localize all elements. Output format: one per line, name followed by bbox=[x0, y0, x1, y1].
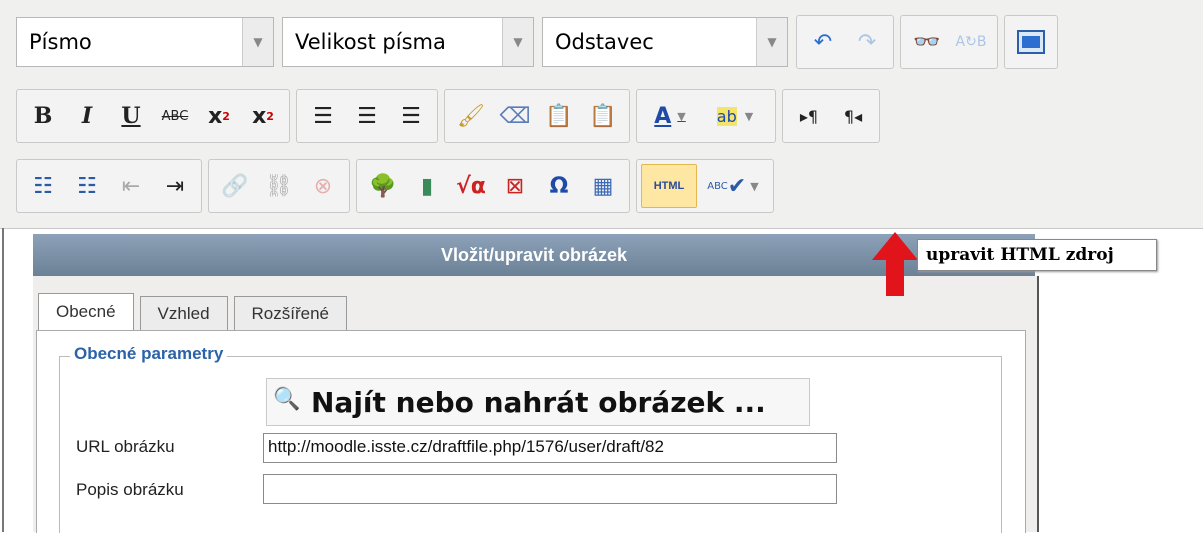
dialog-tabs: Obecné Vzhled Rozšířené bbox=[38, 293, 353, 330]
bold-icon[interactable]: B bbox=[21, 93, 65, 139]
background-color-icon[interactable]: ab ▼ bbox=[699, 93, 771, 139]
find-icon[interactable]: 👓 bbox=[905, 19, 949, 65]
font-size-select[interactable]: Velikost písma ▼ bbox=[282, 17, 534, 67]
redo-icon[interactable]: ↷ bbox=[845, 19, 889, 65]
find-or-upload-image-button[interactable]: 🔍 Najít nebo nahrát obrázek ... bbox=[266, 378, 810, 426]
tooltip: upravit HTML zdroj bbox=[917, 239, 1157, 271]
toolbar-row-1: Písmo ▼ Velikost písma ▼ Odstavec ▼ ↶ ↷ … bbox=[16, 14, 1064, 70]
insert-media-icon[interactable]: ▮ bbox=[405, 163, 449, 209]
spellcheck-label: ABC bbox=[707, 180, 728, 192]
insert-nolink-icon[interactable]: ⊠ bbox=[493, 163, 537, 209]
align-center-icon[interactable]: ☰ bbox=[345, 93, 389, 139]
url-label: URL obrázku bbox=[76, 437, 175, 456]
paragraph-format-value: Odstavec bbox=[555, 30, 654, 54]
spellcheck-icon[interactable]: ABC ✔ ▼ bbox=[697, 163, 769, 209]
edit-html-source-button[interactable]: HTML bbox=[641, 164, 697, 208]
color-group: A ▼ ab ▼ bbox=[636, 89, 776, 143]
chevron-down-icon: ▼ bbox=[756, 18, 787, 66]
outdent-icon[interactable]: ⇤ bbox=[109, 163, 153, 209]
chevron-down-icon: ▼ bbox=[502, 18, 533, 66]
tab-appearance[interactable]: Vzhled bbox=[139, 296, 228, 330]
font-size-select-value: Velikost písma bbox=[295, 30, 446, 54]
list-group: ☷ ☷ ⇤ ⇥ bbox=[16, 159, 202, 213]
fullscreen-group bbox=[1004, 15, 1058, 69]
clipboard-group: 🖌 ⌫ 📋 📋 bbox=[444, 89, 630, 143]
insert-image-icon[interactable]: 🌳 bbox=[361, 163, 405, 209]
toolbar-row-2: B I U ABC x2 x2 ☰ ☰ ☰ 🖌 ⌫ 📋 📋 A ▼ ab ▼ ▸¶ … bbox=[16, 88, 886, 144]
paste-word-icon[interactable]: 📋 bbox=[581, 93, 625, 139]
align-group: ☰ ☰ ☰ bbox=[296, 89, 438, 143]
image-url-field[interactable]: http://moodle.isste.cz/draftfile.php/157… bbox=[263, 433, 837, 463]
search-group: 👓 A↻B bbox=[900, 15, 998, 69]
red-arrow-icon bbox=[872, 232, 918, 296]
tab-general[interactable]: Obecné bbox=[38, 293, 134, 330]
image-description-field[interactable] bbox=[263, 474, 837, 504]
eraser-icon[interactable]: ⌫ bbox=[493, 93, 537, 139]
ltr-icon[interactable]: ▸¶ bbox=[787, 93, 831, 139]
link-icon[interactable]: 🔗 bbox=[213, 163, 257, 209]
paragraph-format-select[interactable]: Odstavec ▼ bbox=[542, 17, 788, 67]
unlink-icon[interactable]: ⛓ bbox=[257, 163, 301, 209]
anchor-icon[interactable]: ⊗ bbox=[301, 163, 345, 209]
text-color-icon[interactable]: A ▼ bbox=[641, 93, 699, 139]
fieldset-legend: Obecné parametry bbox=[70, 344, 228, 364]
insert-group: 🌳 ▮ √α ⊠ Ω ▦ bbox=[356, 159, 630, 213]
text-style-group: B I U ABC x2 x2 bbox=[16, 89, 290, 143]
link-group: 🔗 ⛓ ⊗ bbox=[208, 159, 350, 213]
strikethrough-icon[interactable]: ABC bbox=[153, 93, 197, 139]
file-search-icon: 🔍 bbox=[273, 387, 301, 412]
italic-icon[interactable]: I bbox=[65, 93, 109, 139]
history-group: ↶ ↷ bbox=[796, 15, 894, 69]
tab-advanced[interactable]: Rozšířené bbox=[233, 296, 348, 330]
cleanup-brush-icon[interactable]: 🖌 bbox=[449, 93, 493, 139]
rtl-icon[interactable]: ¶◂ bbox=[831, 93, 875, 139]
editor-toolbar: Písmo ▼ Velikost písma ▼ Odstavec ▼ ↶ ↷ … bbox=[0, 0, 1203, 229]
paste-text-icon[interactable]: 📋 bbox=[537, 93, 581, 139]
editor-left-border bbox=[2, 228, 4, 532]
align-left-icon[interactable]: ☰ bbox=[301, 93, 345, 139]
html-group: HTML ABC ✔ ▼ bbox=[636, 159, 774, 213]
chevron-down-icon: ▼ bbox=[242, 18, 273, 66]
special-character-icon[interactable]: Ω bbox=[537, 163, 581, 209]
subscript-icon[interactable]: x2 bbox=[197, 93, 241, 139]
direction-group: ▸¶ ¶◂ bbox=[782, 89, 880, 143]
indent-icon[interactable]: ⇥ bbox=[153, 163, 197, 209]
find-button-label: Najít nebo nahrát obrázek ... bbox=[311, 385, 766, 419]
align-right-icon[interactable]: ☰ bbox=[389, 93, 433, 139]
fullscreen-icon[interactable] bbox=[1009, 19, 1053, 65]
description-label: Popis obrázku bbox=[76, 480, 184, 499]
insert-equation-icon[interactable]: √α bbox=[449, 163, 493, 209]
toolbar-row-3: ☷ ☷ ⇤ ⇥ 🔗 ⛓ ⊗ 🌳 ▮ √α ⊠ Ω ▦ HTML ABC ✔ ▼ bbox=[16, 158, 780, 214]
superscript-icon[interactable]: x2 bbox=[241, 93, 285, 139]
replace-icon[interactable]: A↻B bbox=[949, 19, 993, 65]
undo-icon[interactable]: ↶ bbox=[801, 19, 845, 65]
font-select-value: Písmo bbox=[29, 30, 92, 54]
bullet-list-icon[interactable]: ☷ bbox=[21, 163, 65, 209]
font-select[interactable]: Písmo ▼ bbox=[16, 17, 274, 67]
insert-table-icon[interactable]: ▦ bbox=[581, 163, 625, 209]
underline-icon[interactable]: U bbox=[109, 93, 153, 139]
numbered-list-icon[interactable]: ☷ bbox=[65, 163, 109, 209]
